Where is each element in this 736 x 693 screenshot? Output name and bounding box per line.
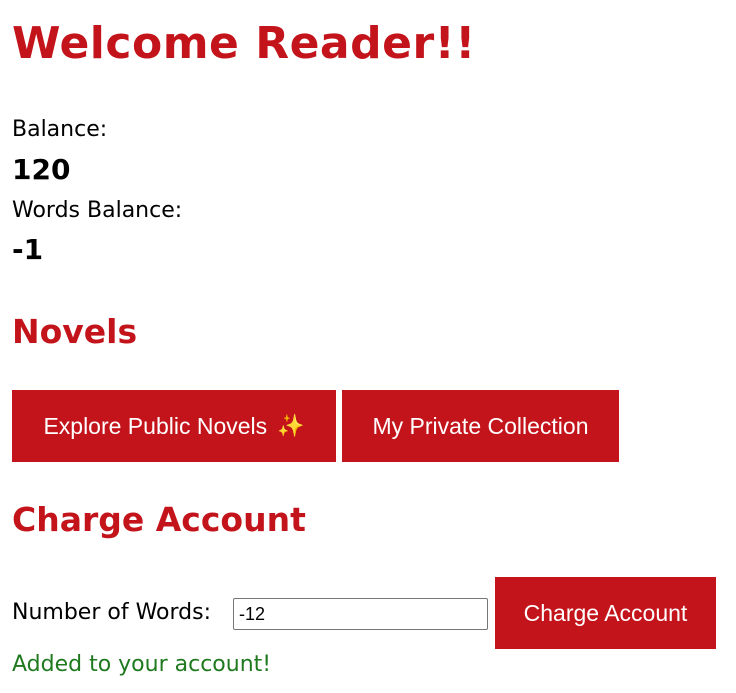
explore-public-novels-label: Explore Public Novels	[43, 412, 268, 439]
explore-public-novels-button[interactable]: Explore Public Novels ✨	[12, 390, 336, 462]
words-balance-label: Words Balance:	[12, 198, 183, 223]
novels-heading: Novels	[12, 312, 138, 351]
charge-account-button[interactable]: Charge Account	[495, 577, 716, 649]
my-private-collection-button[interactable]: My Private Collection	[342, 390, 619, 462]
number-of-words-input[interactable]	[233, 598, 488, 630]
page-title: Welcome Reader!!	[12, 18, 476, 69]
balance-value: 120	[12, 153, 71, 186]
charge-account-heading: Charge Account	[12, 500, 306, 539]
success-message: Added to your account!	[12, 652, 272, 677]
number-of-words-label: Number of Words:	[12, 600, 211, 625]
words-balance-value: -1	[12, 233, 44, 266]
balance-label: Balance:	[12, 117, 108, 142]
sparkles-icon: ✨	[277, 413, 305, 438]
